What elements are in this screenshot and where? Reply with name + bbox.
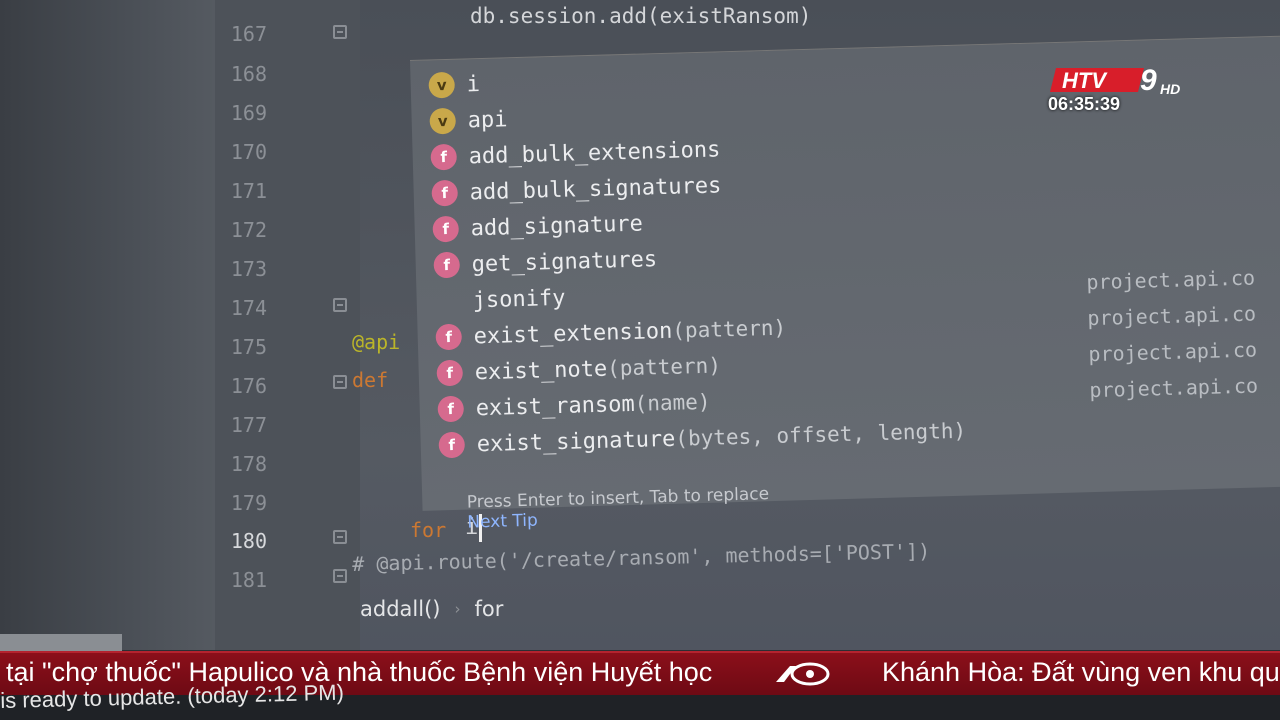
completion-module: project.api.co <box>1089 373 1259 403</box>
completion-item[interactable]: jsonify <box>434 281 566 319</box>
breadcrumb-item[interactable]: addall() <box>360 597 440 621</box>
code-def-keyword[interactable]: def <box>352 368 388 392</box>
taskbar-tab <box>0 634 122 652</box>
completion-item[interactable]: f exist_extension (pattern) <box>435 311 786 355</box>
popup-footer: Press Enter to insert, Tab to replace Ne… <box>434 464 771 553</box>
line-number: 177 <box>230 413 267 437</box>
line-number: 173 <box>230 257 267 281</box>
completion-signature: (pattern) <box>606 353 722 381</box>
completion-item[interactable]: f exist_ransom (name) <box>437 385 711 427</box>
completion-name: api <box>467 106 508 133</box>
completion-signature: (bytes, offset, length) <box>675 418 967 451</box>
svg-text:HTV: HTV <box>1062 68 1108 93</box>
function-icon: f <box>432 215 460 243</box>
function-icon: f <box>436 359 464 387</box>
line-number: 167 <box>230 22 267 46</box>
function-icon: f <box>435 323 463 351</box>
code-line[interactable]: db.session.add(existRansom) <box>470 4 811 28</box>
ticker-separator-logo-icon <box>776 662 830 686</box>
completion-name: get_signatures <box>471 246 658 277</box>
completion-item[interactable]: f exist_note (pattern) <box>436 348 721 390</box>
variable-icon: v <box>429 107 457 135</box>
completion-name: i <box>466 71 481 97</box>
svg-text:9: 9 <box>1140 64 1157 97</box>
code-decorator-fragment[interactable]: @api <box>352 330 400 354</box>
completion-module: project.api.co <box>1086 265 1256 295</box>
completion-module: project.api.co <box>1088 337 1258 367</box>
line-number: 169 <box>230 101 267 125</box>
completion-item[interactable]: f add_bulk_extensions <box>430 132 721 174</box>
ticker-headline: Khánh Hòa: Đất vùng ven khu qu <box>882 657 1280 687</box>
completion-name: add_bulk_extensions <box>468 136 721 169</box>
completion-name: exist_note <box>474 356 608 385</box>
fold-toggle-icon[interactable] <box>333 25 347 39</box>
variable-icon: v <box>428 71 456 99</box>
completion-signature: (pattern) <box>672 315 787 343</box>
blank-icon <box>434 288 461 315</box>
completion-name: add_signature <box>470 211 644 241</box>
svg-text:HD: HD <box>1160 81 1180 97</box>
chevron-right-icon: › <box>454 600 461 618</box>
function-icon: f <box>431 179 459 207</box>
completion-name: exist_signature <box>476 426 676 457</box>
completion-module: project.api.co <box>1087 301 1257 331</box>
fold-toggle-icon[interactable] <box>333 375 347 389</box>
completion-name: add_bulk_signatures <box>469 172 722 205</box>
completion-item[interactable]: f get_signatures <box>433 242 657 282</box>
function-icon: f <box>430 143 458 171</box>
next-tip-link[interactable]: Next Tip <box>467 511 538 533</box>
completion-name: exist_ransom <box>475 391 635 421</box>
line-number: 174 <box>230 296 267 320</box>
autocomplete-popup[interactable]: v i v api f add_bulk_extensions f add_bu… <box>410 35 1280 533</box>
screen-photo: 167 168 169 170 171 172 173 174 175 176 … <box>0 0 1280 720</box>
line-number: 175 <box>230 335 267 359</box>
ticker-headline: tại "chợ thuốc" Hapulico và nhà thuốc Bệ… <box>6 657 713 687</box>
completion-name: jsonify <box>472 285 566 313</box>
line-number: 168 <box>230 62 267 86</box>
line-number: 170 <box>230 140 267 164</box>
current-line-number: 180 <box>230 529 267 553</box>
function-icon: f <box>437 395 465 423</box>
completion-item[interactable]: f add_signature <box>432 207 643 247</box>
insert-hint: Press Enter to insert, Tab to replace <box>466 484 770 513</box>
completion-item[interactable]: v api <box>429 102 508 138</box>
fold-toggle-icon[interactable] <box>333 530 347 544</box>
broadcast-clock: 06:35:39 <box>1048 94 1121 114</box>
completion-name: exist_extension <box>473 318 673 349</box>
breadcrumb: addall() › for <box>360 597 503 621</box>
function-icon: f <box>438 431 466 459</box>
function-icon: f <box>433 251 461 279</box>
fold-toggle-icon[interactable] <box>333 569 347 583</box>
monitor-bezel <box>0 0 215 650</box>
line-number: 172 <box>230 218 267 242</box>
completion-item[interactable]: f add_bulk_signatures <box>431 168 722 210</box>
completion-item[interactable]: v i <box>428 67 480 102</box>
line-number: 179 <box>230 491 267 515</box>
completion-signature: (name) <box>634 389 711 416</box>
fold-toggle-icon[interactable] <box>333 298 347 312</box>
line-number: 181 <box>230 568 267 592</box>
line-number: 178 <box>230 452 267 476</box>
line-number: 171 <box>230 179 267 203</box>
line-number: 176 <box>230 374 267 398</box>
breadcrumb-item[interactable]: for <box>474 597 503 621</box>
